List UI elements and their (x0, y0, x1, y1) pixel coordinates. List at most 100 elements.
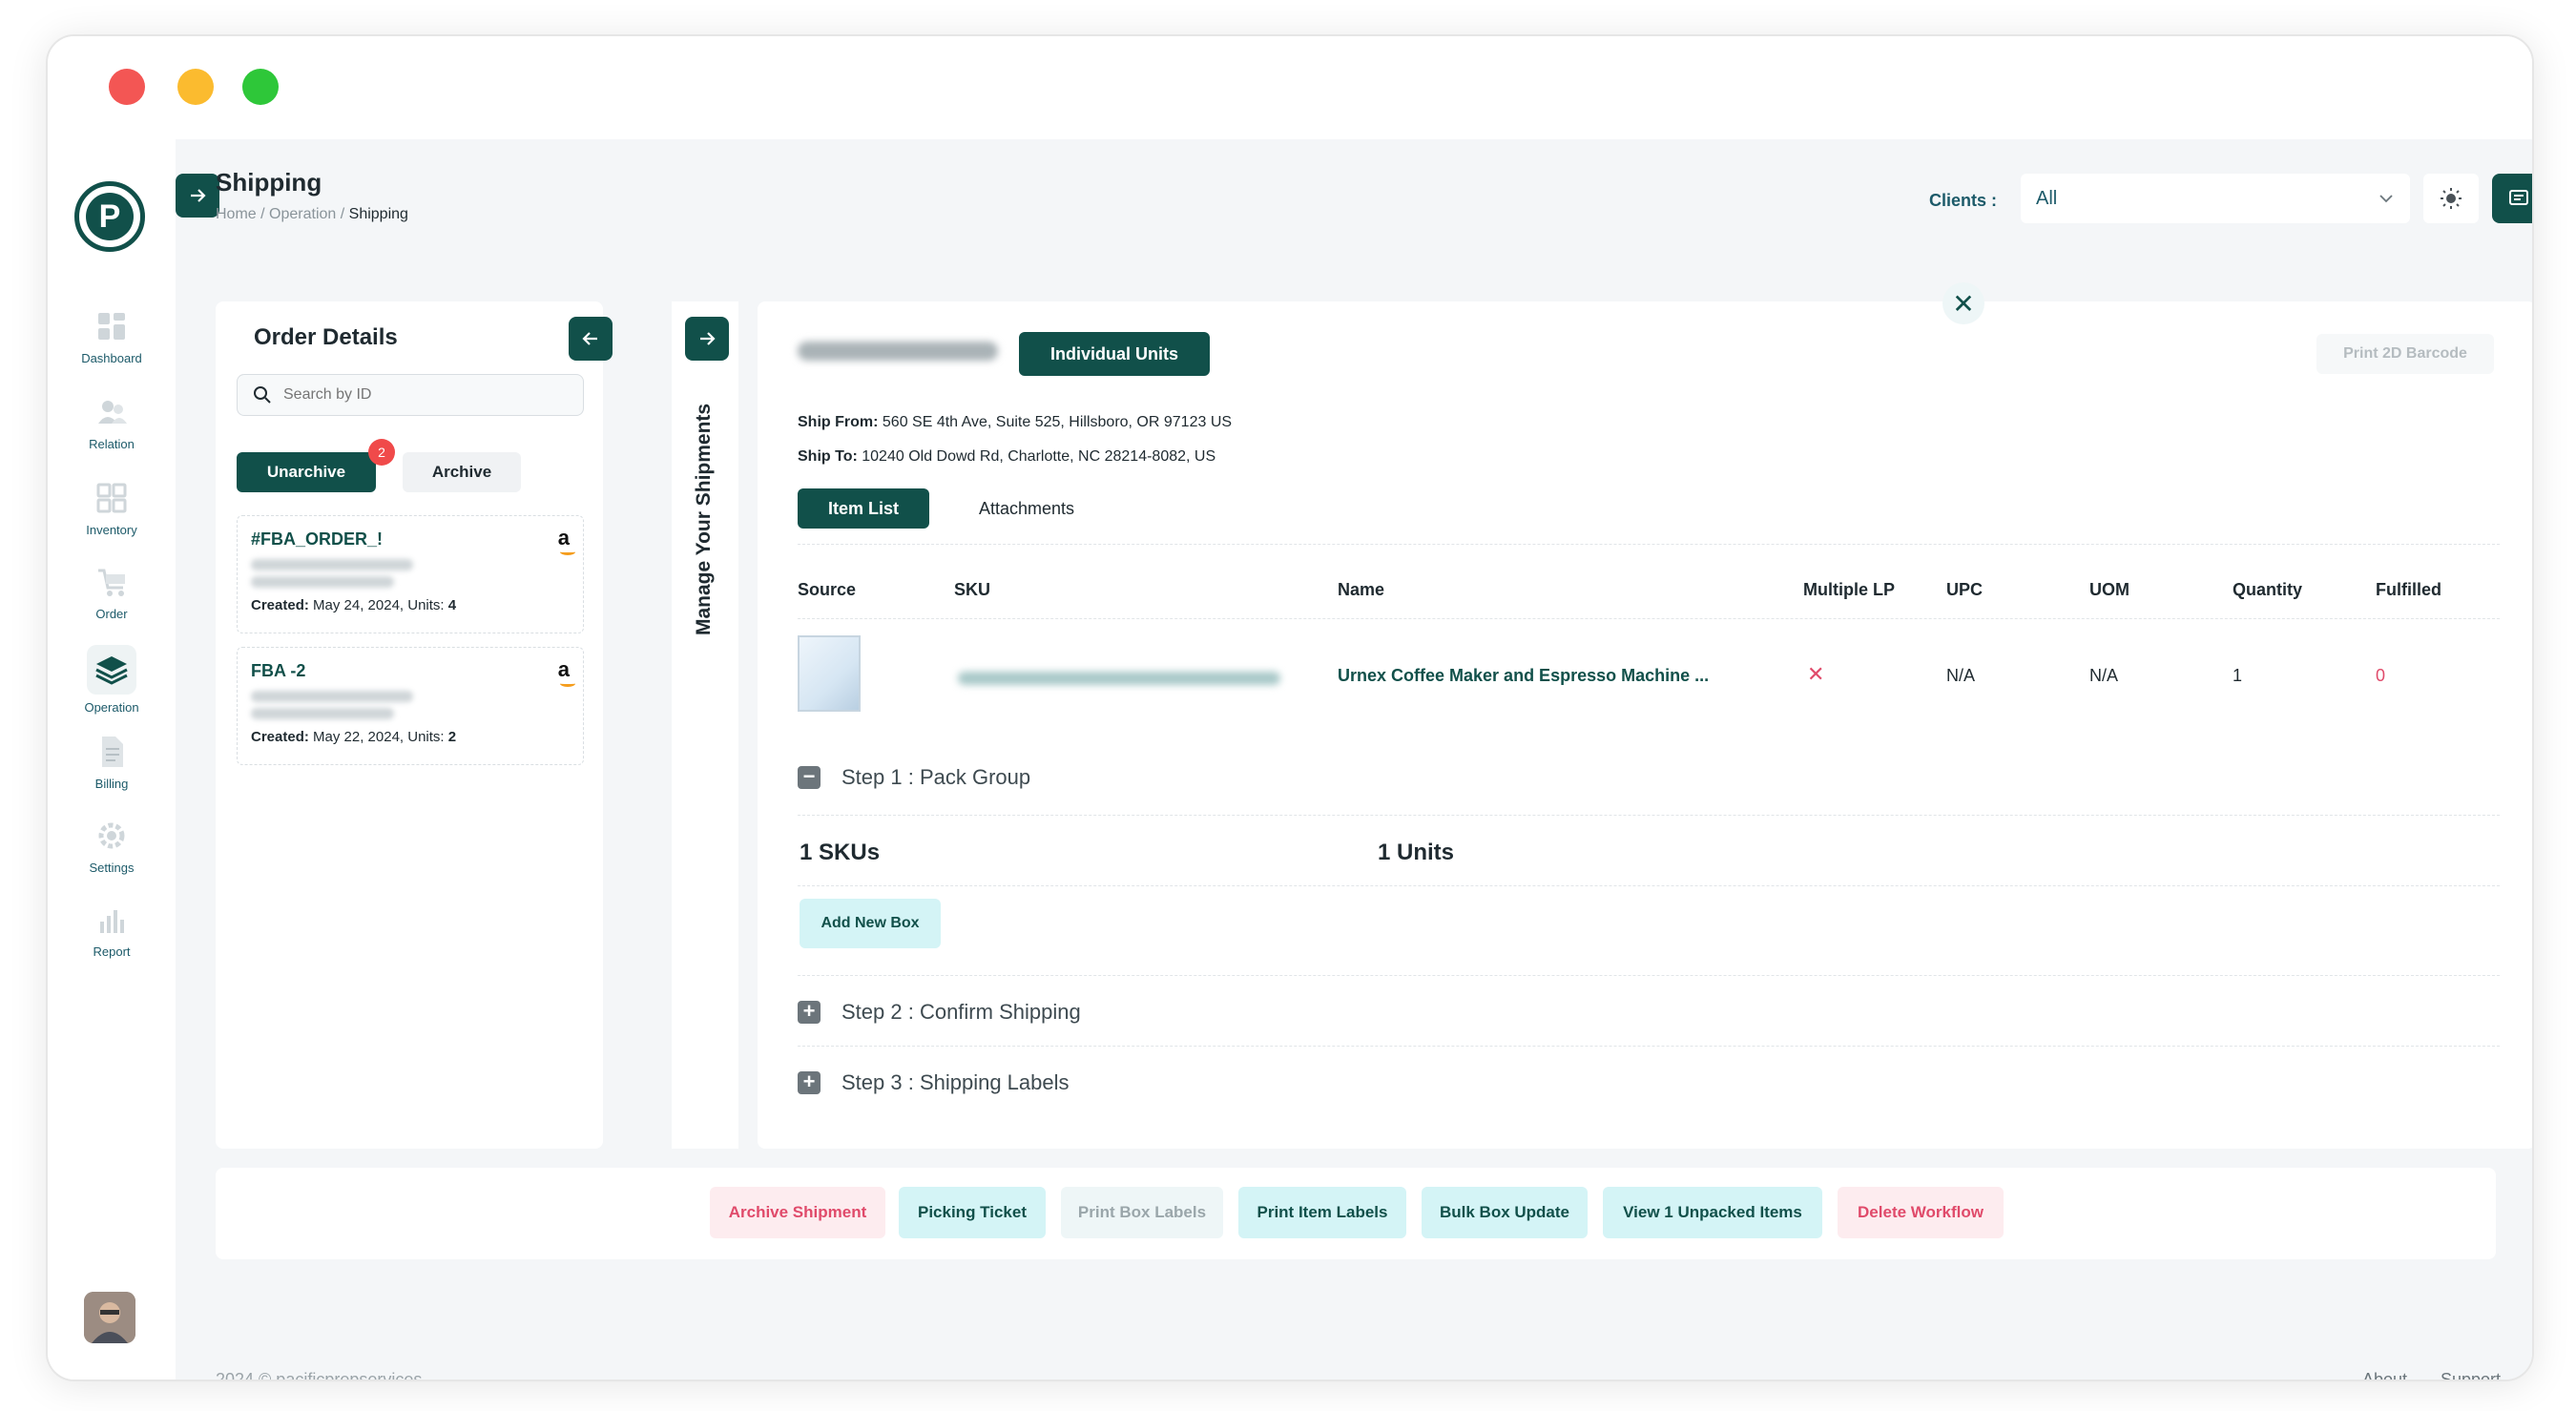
column-header-fulfilled: Fulfilled (2376, 580, 2441, 599)
column-header-sku: SKU (954, 580, 991, 599)
message-icon (2509, 190, 2528, 205)
individual-units-button[interactable]: Individual Units (1019, 332, 1210, 376)
order-details-panel: Order Details Unarchive 2 Archive #FBA_O… (216, 301, 613, 1149)
tab-attachments[interactable]: Attachments (967, 488, 1086, 529)
close-window-button[interactable] (109, 69, 145, 105)
print-item-labels-button[interactable]: Print Item Labels (1238, 1187, 1406, 1238)
step-3-label: Step 3 : Shipping Labels (841, 1070, 1070, 1094)
divider (798, 885, 2500, 886)
step-2-toggle[interactable]: + Step 2 : Confirm Shipping (798, 1000, 1081, 1025)
gear-icon (98, 822, 125, 849)
sidebar-item-billing[interactable]: Billing (48, 733, 176, 791)
sidebar-item-report[interactable]: Report (48, 901, 176, 959)
breadcrumb-operation[interactable]: Operation / (269, 206, 344, 222)
order-meta: Created: May 22, 2024, Units: 2 (251, 729, 570, 745)
sidebar-item-dashboard[interactable]: Dashboard (48, 307, 176, 365)
close-icon: ✕ (1952, 288, 1975, 319)
bar-chart-icon (100, 910, 124, 933)
archive-shipment-button[interactable]: Archive Shipment (710, 1187, 885, 1238)
search-input[interactable] (283, 386, 570, 404)
sidebar: P Dashboard Relation Inventory Order Ope… (48, 139, 176, 1380)
step-2-label: Step 2 : Confirm Shipping (841, 1000, 1081, 1024)
expand-shipments-button[interactable] (685, 317, 729, 361)
ship-from: Ship From: 560 SE 4th Ave, Suite 525, Hi… (798, 414, 1232, 431)
maximize-window-button[interactable] (242, 69, 279, 105)
redacted-line (251, 559, 413, 571)
sun-icon (2441, 188, 2462, 209)
tab-unarchive[interactable]: Unarchive (237, 452, 376, 492)
title-bar (48, 36, 2532, 139)
active-indicator (87, 645, 136, 695)
search-icon (254, 386, 271, 404)
sidebar-item-operation[interactable]: Operation (48, 645, 176, 715)
user-avatar[interactable] (84, 1292, 135, 1343)
browser-window: P Dashboard Relation Inventory Order Ope… (46, 34, 2534, 1381)
copyright: 2024 © pacificprepservices (216, 1370, 423, 1381)
uom-value: N/A (2089, 666, 2119, 685)
delete-workflow-button[interactable]: Delete Workflow (1838, 1187, 2004, 1238)
sidebar-item-label: Report (93, 944, 131, 959)
divider (798, 544, 2500, 545)
product-name-link[interactable]: Urnex Coffee Maker and Espresso Machine … (1338, 666, 1709, 686)
sidebar-item-settings[interactable]: Settings (48, 817, 176, 875)
manage-shipments-panel: Manage Your Shipments (672, 301, 738, 1149)
sidebar-item-label: Order (95, 607, 128, 621)
add-new-box-button[interactable]: Add New Box (800, 899, 941, 948)
plus-icon: + (798, 1071, 821, 1094)
brand-logo[interactable]: P (74, 181, 145, 252)
tab-item-list[interactable]: Item List (798, 488, 929, 529)
units-value: 4 (447, 597, 457, 613)
divider (798, 618, 2500, 619)
upc-value: N/A (1946, 666, 1976, 685)
main-content: Shipping Home / Operation / Shipping Cli… (176, 139, 2532, 1381)
order-card[interactable]: #FBA_ORDER_! a Created: May 24, 2024, Un… (237, 515, 584, 633)
column-header-quantity: Quantity (2233, 580, 2303, 599)
order-card[interactable]: FBA -2 a Created: May 22, 2024, Units: 2 (237, 647, 584, 765)
sidebar-item-order[interactable]: Order (48, 563, 176, 621)
sidebar-item-label: Settings (89, 861, 135, 875)
picking-ticket-button[interactable]: Picking Ticket (899, 1187, 1046, 1238)
theme-toggle-button[interactable] (2423, 174, 2479, 223)
order-name: FBA -2 (251, 661, 306, 680)
sidebar-item-label: Billing (94, 777, 129, 791)
clients-select[interactable]: All (2021, 174, 2410, 223)
divider (798, 975, 2500, 976)
support-link[interactable]: Support (2441, 1370, 2501, 1380)
close-detail-button[interactable]: ✕ (1942, 282, 1984, 324)
sidebar-item-inventory[interactable]: Inventory (48, 479, 176, 537)
step-3-toggle[interactable]: + Step 3 : Shipping Labels (798, 1070, 1070, 1095)
bulk-box-update-button[interactable]: Bulk Box Update (1422, 1187, 1588, 1238)
print-2d-barcode-button[interactable]: Print 2D Barcode (2316, 334, 2494, 374)
unarchive-count-badge: 2 (368, 439, 395, 466)
print-box-labels-button[interactable]: Print Box Labels (1061, 1187, 1223, 1238)
minus-icon: − (798, 766, 821, 789)
fulfilled-value: 0 (2376, 666, 2386, 685)
view-unpacked-items-button[interactable]: View 1 Unpacked Items (1603, 1187, 1822, 1238)
column-header-upc: UPC (1946, 580, 1984, 599)
ship-to-value: 10240 Old Dowd Rd, Charlotte, NC 28214-8… (862, 448, 1216, 465)
sidebar-item-label: Relation (89, 437, 135, 451)
about-link[interactable]: About (2362, 1370, 2407, 1380)
order-name: #FBA_ORDER_! (251, 529, 384, 549)
tab-archive[interactable]: Archive (403, 452, 521, 492)
arrow-right-icon (191, 189, 206, 202)
sidebar-item-relation[interactable]: Relation (48, 393, 176, 451)
arrow-right-icon (700, 332, 716, 345)
minimize-window-button[interactable] (177, 69, 214, 105)
clients-label: Clients : (1929, 191, 1998, 210)
step-1-toggle[interactable]: − Step 1 : Pack Group (798, 765, 1030, 790)
search-box (237, 374, 584, 416)
chat-button[interactable] (2492, 174, 2532, 223)
sidebar-toggle-button[interactable] (176, 174, 219, 218)
breadcrumb-home[interactable]: Home / (216, 206, 265, 222)
product-thumbnail[interactable] (798, 635, 861, 712)
dashboard-icon (98, 313, 125, 340)
arrow-left-icon (582, 332, 597, 345)
quantity-value: 1 (2233, 666, 2243, 685)
divider (798, 1046, 2500, 1047)
multiple-lp-x-icon: ✕ (1807, 662, 1825, 686)
logo-letter: P (86, 193, 134, 240)
created-label: Created: (251, 597, 309, 613)
chevron-down-icon (2379, 195, 2393, 203)
collapse-orders-button[interactable] (569, 317, 613, 361)
